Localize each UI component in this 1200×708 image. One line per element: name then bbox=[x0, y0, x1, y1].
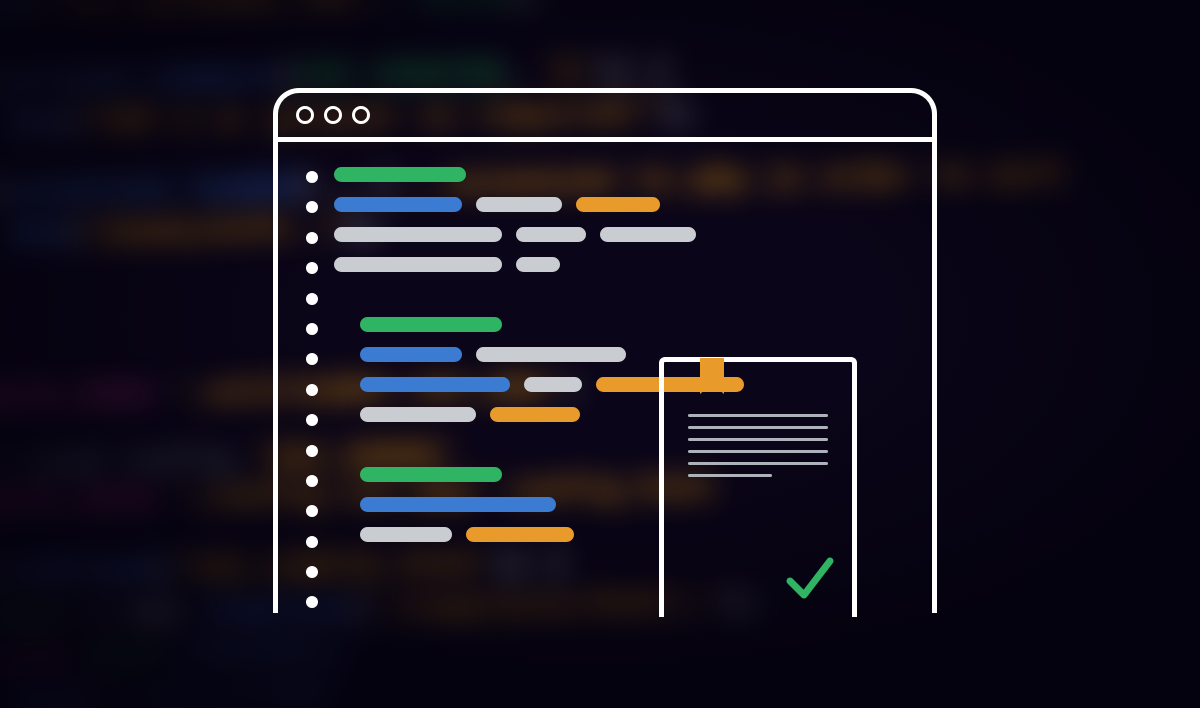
window-titlebar bbox=[278, 93, 932, 142]
checkmark-icon bbox=[782, 551, 838, 607]
code-token bbox=[524, 377, 582, 392]
gutter-dot bbox=[306, 536, 318, 548]
code-token bbox=[334, 167, 466, 182]
gutter-dot bbox=[306, 445, 318, 457]
doc-text-line bbox=[688, 414, 828, 417]
code-token bbox=[334, 227, 502, 242]
gutter-dot bbox=[306, 232, 318, 244]
gutter-dot bbox=[306, 293, 318, 305]
gutter-dot bbox=[306, 201, 318, 213]
gutter-dot bbox=[306, 353, 318, 365]
code-token bbox=[476, 197, 562, 212]
code-token bbox=[476, 347, 626, 362]
gutter-dot bbox=[306, 323, 318, 335]
gutter-dot bbox=[306, 262, 318, 274]
doc-text-line bbox=[688, 426, 828, 429]
code-token bbox=[360, 497, 556, 512]
doc-text-line bbox=[688, 450, 828, 453]
code-token bbox=[516, 257, 560, 272]
code-row bbox=[334, 227, 744, 242]
code-token bbox=[360, 527, 452, 542]
document-card-icon bbox=[659, 357, 857, 617]
editor-window-icon bbox=[273, 88, 937, 613]
code-token bbox=[490, 407, 580, 422]
gutter-dot bbox=[306, 505, 318, 517]
code-token bbox=[600, 227, 696, 242]
traffic-light-icon bbox=[324, 106, 342, 124]
code-row bbox=[334, 287, 744, 302]
gutter-dot bbox=[306, 171, 318, 183]
code-token bbox=[360, 347, 462, 362]
doc-text-line bbox=[688, 474, 772, 477]
bookmark-ribbon-icon bbox=[700, 358, 724, 394]
code-token bbox=[576, 197, 660, 212]
traffic-light-icon bbox=[296, 106, 314, 124]
code-token bbox=[334, 257, 502, 272]
code-token bbox=[360, 377, 510, 392]
document-text-lines bbox=[688, 414, 828, 477]
gutter-dot bbox=[306, 414, 318, 426]
line-number-gutter bbox=[306, 171, 318, 608]
code-token bbox=[360, 407, 476, 422]
code-token bbox=[334, 197, 462, 212]
code-row bbox=[334, 167, 744, 182]
gutter-dot bbox=[306, 566, 318, 578]
illustration-root: @var boolean define('PSI_INTERNAL_XML', … bbox=[0, 0, 1200, 708]
code-token bbox=[516, 227, 586, 242]
traffic-light-icon bbox=[352, 106, 370, 124]
code-token bbox=[360, 317, 502, 332]
code-row bbox=[334, 257, 744, 272]
code-token bbox=[360, 467, 502, 482]
doc-text-line bbox=[688, 462, 828, 465]
code-row bbox=[334, 197, 744, 212]
gutter-dot bbox=[306, 596, 318, 608]
gutter-dot bbox=[306, 475, 318, 487]
doc-text-line bbox=[688, 438, 828, 441]
code-row bbox=[334, 317, 744, 332]
code-token bbox=[466, 527, 574, 542]
gutter-dot bbox=[306, 384, 318, 396]
